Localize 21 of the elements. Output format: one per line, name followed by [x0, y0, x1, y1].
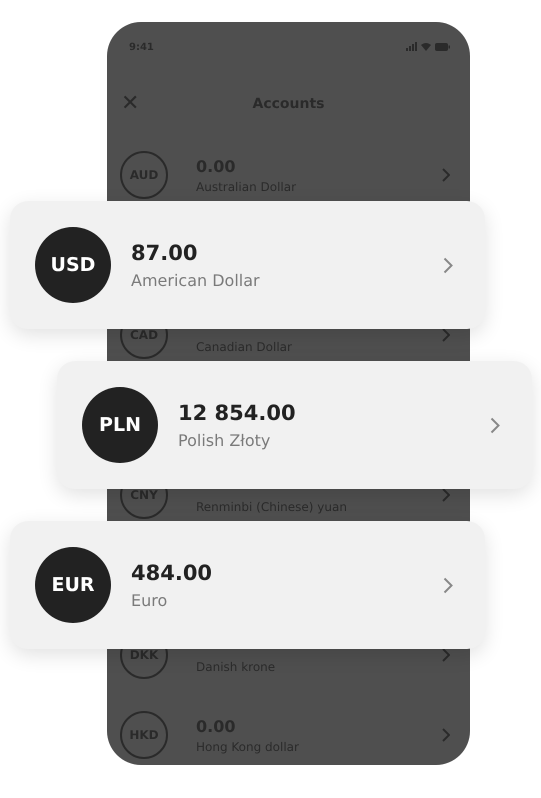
currency-badge: USD	[35, 227, 111, 303]
account-card[interactable]: PLN 12 854.00 Polish Złoty	[57, 361, 532, 489]
chevron-right-icon	[490, 416, 500, 434]
account-card[interactable]: EUR 484.00 Euro	[10, 521, 485, 649]
currency-badge: PLN	[82, 387, 158, 463]
currency-badge: EUR	[35, 547, 111, 623]
account-card[interactable]: USD 87.00 American Dollar	[10, 201, 485, 329]
currency-name: American Dollar	[131, 270, 261, 290]
signal-wifi-battery-icon	[406, 42, 450, 52]
chevron-right-icon	[442, 168, 450, 182]
chevron-right-icon	[442, 648, 450, 662]
chevron-right-icon	[442, 328, 450, 342]
account-balance: 484.00	[131, 560, 214, 584]
currency-name: Euro	[131, 590, 168, 610]
account-balance: 87.00	[131, 240, 198, 264]
currency-name: Polish Złoty	[178, 430, 272, 450]
chevron-right-icon	[443, 576, 453, 594]
chevron-right-icon	[443, 256, 453, 274]
chevron-right-icon	[442, 488, 450, 502]
chevron-right-icon	[442, 728, 450, 742]
account-balance: 12 854.00	[178, 400, 297, 424]
